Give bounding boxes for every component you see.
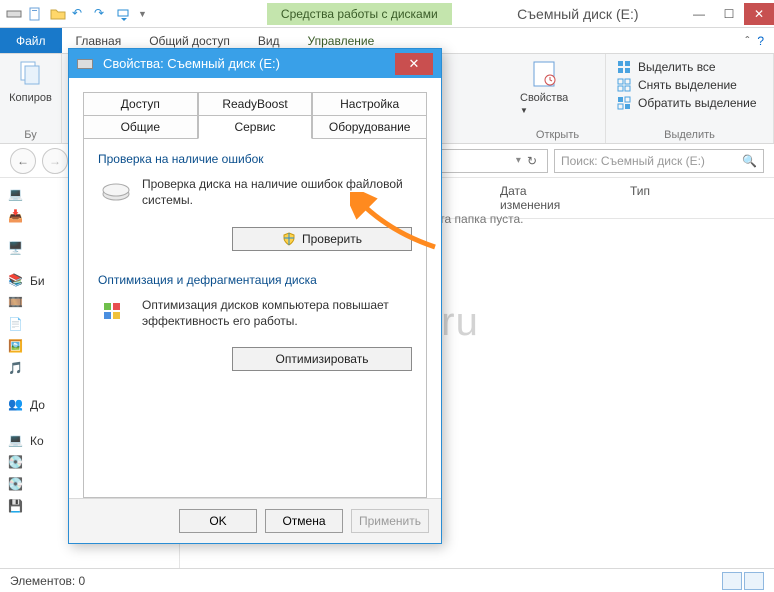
optimize-group: Оптимизация и дефрагментация диска Оптим… — [98, 273, 412, 371]
status-bar: Элементов: 0 — [0, 568, 774, 592]
search-icon[interactable]: 🔍 — [742, 154, 757, 168]
error-check-desc: Проверка диска на наличие ошибок файлово… — [142, 176, 410, 208]
optimize-desc: Оптимизация дисков компьютера повышает э… — [142, 297, 410, 329]
select-none-icon — [616, 77, 632, 93]
dialog-title: Свойства: Съемный диск (E:) — [103, 56, 280, 71]
ribbon-right: ˆ ? — [745, 28, 774, 53]
computer-icon: 💻 — [8, 433, 24, 449]
minimize-button[interactable]: — — [684, 3, 714, 25]
folder-icon[interactable] — [50, 6, 66, 22]
drive-icon — [77, 59, 93, 69]
downloads-icon: 📥 — [8, 209, 24, 225]
properties-icon[interactable] — [28, 6, 44, 22]
disk-check-icon — [100, 176, 132, 204]
invert-icon — [616, 95, 632, 111]
library-icon: 📚 — [8, 273, 24, 289]
desktop-icon: 🖥️ — [8, 241, 24, 257]
shield-icon — [282, 231, 296, 245]
removable-disk-icon: 💾 — [8, 499, 24, 515]
properties-label: Свойства▼ — [520, 92, 568, 116]
cancel-button[interactable]: Отмена — [265, 509, 343, 533]
computer-icon: 💻 — [8, 187, 24, 203]
ok-button[interactable]: OK — [179, 509, 257, 533]
copy-icon — [15, 58, 47, 90]
dialog-body: Доступ ReadyBoost Настройка Общие Сервис… — [69, 78, 441, 498]
large-icons-view-button[interactable] — [744, 572, 764, 590]
error-check-title: Проверка на наличие ошибок — [98, 152, 412, 166]
view-toggles — [722, 572, 764, 590]
maximize-button[interactable]: ☐ — [714, 3, 744, 25]
picture-icon: 🖼️ — [8, 339, 24, 355]
optimize-button[interactable]: Оптимизировать — [232, 347, 412, 371]
dialog-buttons: OK Отмена Применить — [69, 498, 441, 543]
search-box[interactable]: Поиск: Съемный диск (E:) 🔍 — [554, 149, 764, 173]
empty-folder-message: Эта папка пуста. — [431, 212, 524, 226]
quick-access-toolbar: ↶ ↷ ▼ — [0, 6, 147, 22]
copy-label: Копиров — [9, 92, 52, 104]
tab-general[interactable]: Общие — [83, 115, 198, 139]
window-controls: — ☐ ✕ — [684, 3, 774, 25]
col-type[interactable]: Тип — [610, 178, 670, 218]
copy-button[interactable]: Копиров — [10, 58, 51, 104]
file-tab[interactable]: Файл — [0, 28, 62, 53]
select-all-button[interactable]: Выделить все — [616, 58, 763, 76]
item-count: Элементов: 0 — [10, 574, 85, 588]
window-title: Съемный диск (E:) — [472, 6, 684, 22]
help-icon[interactable]: ? — [757, 34, 764, 48]
tab-readyboost[interactable]: ReadyBoost — [198, 92, 313, 116]
forward-button[interactable]: → — [42, 148, 68, 174]
redo-icon[interactable]: ↷ — [94, 6, 110, 22]
tab-tools[interactable]: Сервис — [198, 115, 313, 139]
details-view-button[interactable] — [722, 572, 742, 590]
back-button[interactable]: ← — [10, 148, 36, 174]
document-icon: 📄 — [8, 317, 24, 333]
apply-button[interactable]: Применить — [351, 509, 429, 533]
video-icon: 🎞️ — [8, 295, 24, 311]
search-placeholder: Поиск: Съемный диск (E:) — [561, 154, 705, 168]
select-group-label: Выделить — [616, 127, 763, 141]
tab-access[interactable]: Доступ — [83, 92, 198, 116]
tree-label: До — [30, 398, 45, 412]
select-none-button[interactable]: Снять выделение — [616, 76, 763, 94]
customize-qat-icon[interactable] — [116, 6, 132, 22]
qat-dropdown-icon[interactable]: ▼ — [138, 9, 147, 19]
tab-hardware[interactable]: Оборудование — [312, 115, 427, 139]
undo-icon[interactable]: ↶ — [72, 6, 88, 22]
invert-label: Обратить выделение — [638, 96, 757, 110]
tab-page-tools: Проверка на наличие ошибок Проверка диск… — [83, 138, 427, 498]
select-all-label: Выделить все — [638, 60, 716, 74]
music-icon: 🎵 — [8, 361, 24, 377]
defrag-icon — [100, 297, 132, 325]
tree-label: Ко — [30, 434, 44, 448]
ribbon-group-select: Выделить все Снять выделение Обратить вы… — [606, 54, 774, 143]
select-all-icon — [616, 59, 632, 75]
close-button[interactable]: ✕ — [744, 3, 774, 25]
drive-icon — [6, 6, 22, 22]
window-titlebar: ↶ ↷ ▼ Средства работы с дисками Съемный … — [0, 0, 774, 28]
properties-large-icon — [528, 58, 560, 90]
disk-icon: 💽 — [8, 477, 24, 493]
refresh-icon[interactable]: ↻ — [521, 154, 543, 168]
clipboard-group-label: Бу — [10, 127, 51, 141]
error-check-group: Проверка на наличие ошибок Проверка диск… — [98, 152, 412, 250]
contextual-tab-header: Средства работы с дисками — [267, 3, 452, 25]
dialog-titlebar[interactable]: Свойства: Съемный диск (E:) ✕ — [69, 49, 441, 78]
tree-label: Би — [30, 274, 45, 288]
open-group-label: Открыть — [520, 127, 595, 141]
disk-icon: 💽 — [8, 455, 24, 471]
dialog-close-button[interactable]: ✕ — [395, 53, 433, 75]
optimize-title: Оптимизация и дефрагментация диска — [98, 273, 412, 287]
check-button[interactable]: Проверить — [232, 227, 412, 251]
properties-button[interactable]: Свойства▼ — [520, 58, 568, 116]
tab-customize[interactable]: Настройка — [312, 92, 427, 116]
ribbon-group-open: Свойства▼ Открыть — [510, 54, 606, 143]
properties-dialog: Свойства: Съемный диск (E:) ✕ Доступ Rea… — [68, 48, 442, 544]
check-button-label: Проверить — [302, 232, 362, 246]
dialog-tabs: Доступ ReadyBoost Настройка Общие Сервис… — [83, 92, 427, 138]
invert-selection-button[interactable]: Обратить выделение — [616, 94, 763, 112]
ribbon-group-clipboard: Копиров Бу — [0, 54, 62, 143]
select-none-label: Снять выделение — [638, 78, 737, 92]
homegroup-icon: 👥 — [8, 397, 24, 413]
collapse-ribbon-icon[interactable]: ˆ — [745, 34, 749, 48]
